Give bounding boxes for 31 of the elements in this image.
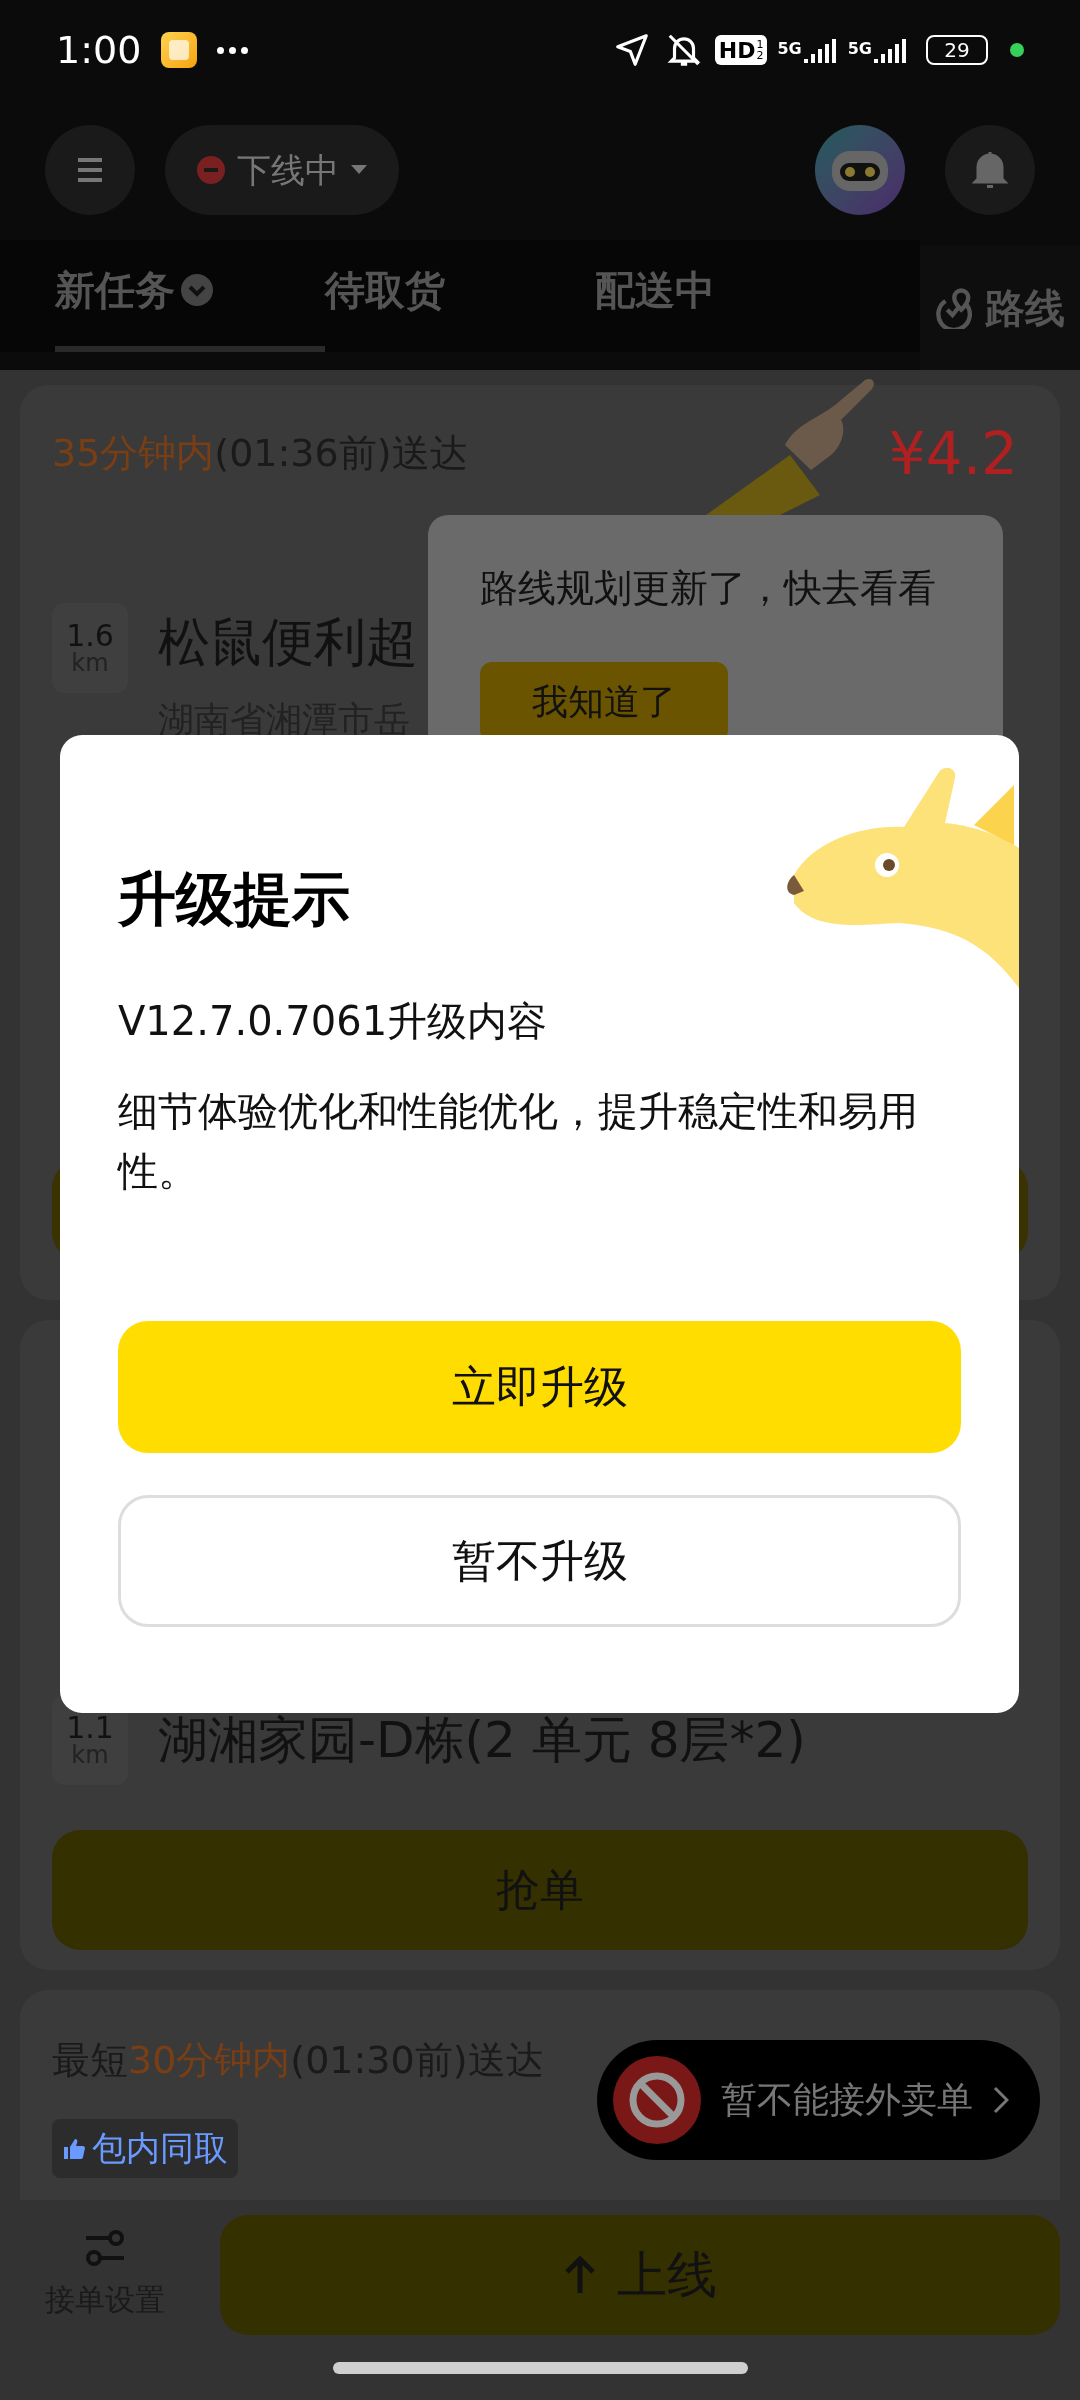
signal-icon <box>803 37 838 63</box>
network-type: 5G <box>777 38 802 60</box>
cannot-accept-toast[interactable]: 暂不能接外卖单 <box>597 2040 1040 2160</box>
dialog-title: 升级提示 <box>118 864 351 935</box>
order-tab[interactable]: 配送中 <box>595 260 865 352</box>
chevron-down-icon <box>181 274 213 306</box>
not-now-button[interactable]: 暂不升级 <box>118 1494 961 1627</box>
prohibited-icon <box>613 2056 701 2144</box>
order-tab[interactable]: 新任务 <box>55 260 325 352</box>
menu-icon <box>76 156 104 184</box>
chevron-right-icon <box>993 2086 1009 2114</box>
version-label: V12.7.0.7061升级内容 <box>118 996 549 1046</box>
offline-icon <box>197 156 225 184</box>
arrow-up-icon <box>563 2255 597 2295</box>
tooltip-text: 路线规划更新了，快去看看 <box>480 565 936 612</box>
signal-icon <box>874 37 908 63</box>
same-bag-tag: 包内同取 <box>52 2119 238 2178</box>
upgrade-now-button[interactable]: 立即升级 <box>118 1320 961 1453</box>
order-price: ¥4.2 <box>888 425 1018 483</box>
notes-app-icon <box>161 32 198 68</box>
battery-indicator: 29 <box>926 35 988 65</box>
toggle-settings-icon <box>84 2228 126 2267</box>
bell-icon <box>972 150 1008 190</box>
order-tab[interactable]: 待取货 <box>325 260 595 352</box>
thumbs-up-icon <box>62 2136 86 2161</box>
status-dropdown[interactable]: 下线中 <box>165 125 399 215</box>
upgrade-description: 细节体验优化和性能优化，提升稳定性和易用性。 <box>118 1086 919 1196</box>
network-type: 5G <box>847 38 872 60</box>
caret-icon <box>351 165 367 175</box>
more-icon <box>217 46 249 54</box>
clock-time: 1:00 <box>56 26 142 74</box>
